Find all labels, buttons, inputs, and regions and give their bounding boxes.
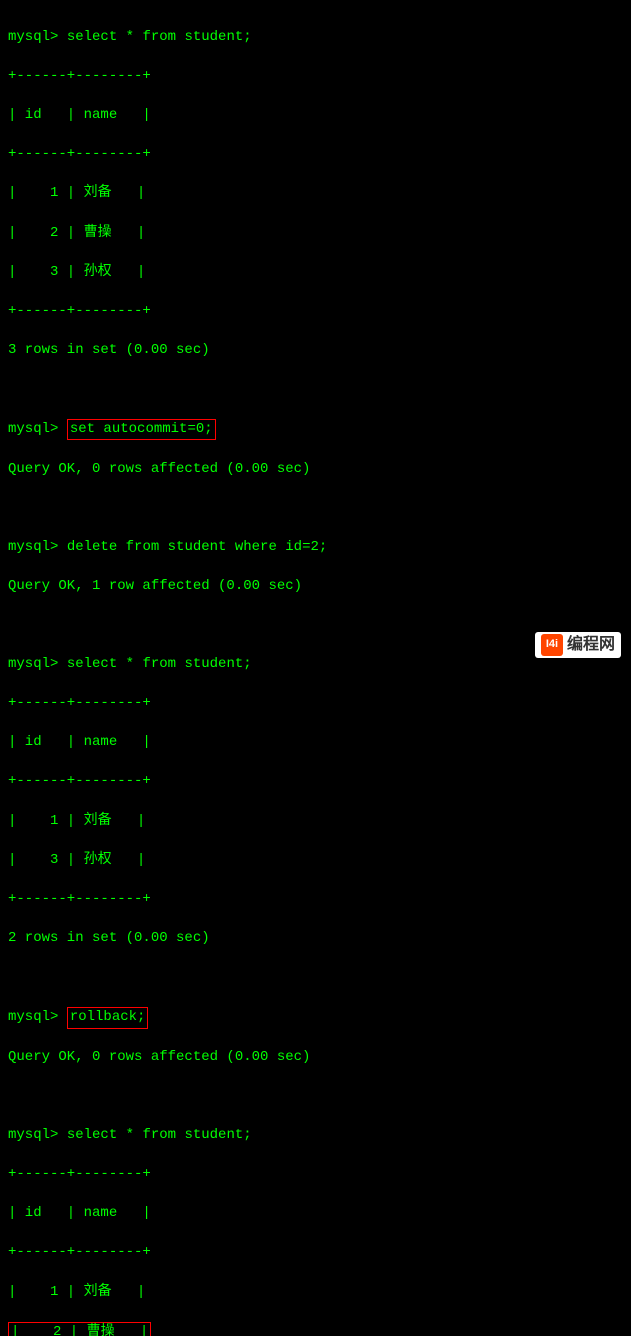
query-text: select * from student; — [67, 656, 252, 672]
table-header: | id | name | — [8, 1204, 623, 1224]
result-ok: Query OK, 0 rows affected (0.00 sec) — [8, 1048, 623, 1068]
table-border: +------+--------+ — [8, 890, 623, 910]
table-row: | 2 | 曹操 | — [8, 224, 623, 244]
mysql-prompt: mysql> — [8, 1009, 58, 1025]
table-border: +------+--------+ — [8, 67, 623, 87]
table-header: | id | name | — [8, 733, 623, 753]
result-ok: Query OK, 1 row affected (0.00 sec) — [8, 577, 623, 597]
table-border: +------+--------+ — [8, 772, 623, 792]
query-text: select * from student; — [67, 1127, 252, 1143]
table-row: | 3 | 孙权 | — [8, 263, 623, 283]
watermark-logo-icon: I4i — [541, 634, 563, 656]
query-text: delete from student where id=2; — [67, 539, 327, 555]
prompt-line: mysql> delete from student where id=2; — [8, 538, 623, 558]
watermark: I4i 编程网 — [535, 632, 621, 658]
highlighted-command: set autocommit=0; — [67, 419, 216, 441]
mysql-prompt: mysql> — [8, 1127, 58, 1143]
mysql-prompt: mysql> — [8, 656, 58, 672]
query-text: set autocommit=0; — [70, 421, 213, 437]
table-border: +------+--------+ — [8, 694, 623, 714]
query-text: rollback; — [70, 1009, 146, 1025]
query-text: select * from student; — [67, 29, 252, 45]
table-border: +------+--------+ — [8, 145, 623, 165]
restored-row-highlight: | 2 | 曹操 | — [8, 1322, 151, 1336]
prompt-line: mysql> set autocommit=0; — [8, 419, 623, 441]
table-border: +------+--------+ — [8, 302, 623, 322]
highlighted-command: rollback; — [67, 1007, 149, 1029]
result-summary: 3 rows in set (0.00 sec) — [8, 341, 623, 361]
result-ok: Query OK, 0 rows affected (0.00 sec) — [8, 460, 623, 480]
table-border: +------+--------+ — [8, 1165, 623, 1185]
table-row: | 3 | 孙权 | — [8, 851, 623, 871]
table-header: | id | name | — [8, 106, 623, 126]
mysql-prompt: mysql> — [8, 29, 58, 45]
table-row: | 1 | 刘备 | — [8, 812, 623, 832]
mysql-terminal: mysql> select * from student; +------+--… — [8, 8, 623, 1336]
mysql-prompt: mysql> — [8, 421, 58, 437]
highlighted-row: | 2 | 曹操 | — [8, 1322, 623, 1336]
prompt-line: mysql> select * from student; — [8, 28, 623, 48]
table-row: | 1 | 刘备 | — [8, 1283, 623, 1303]
table-border: +------+--------+ — [8, 1243, 623, 1263]
result-summary: 2 rows in set (0.00 sec) — [8, 929, 623, 949]
watermark-text: 编程网 — [567, 634, 615, 656]
table-row: | 1 | 刘备 | — [8, 184, 623, 204]
mysql-prompt: mysql> — [8, 539, 58, 555]
prompt-line: mysql> select * from student; — [8, 1126, 623, 1146]
prompt-line: mysql> rollback; — [8, 1007, 623, 1029]
prompt-line: mysql> select * from student; — [8, 655, 623, 675]
